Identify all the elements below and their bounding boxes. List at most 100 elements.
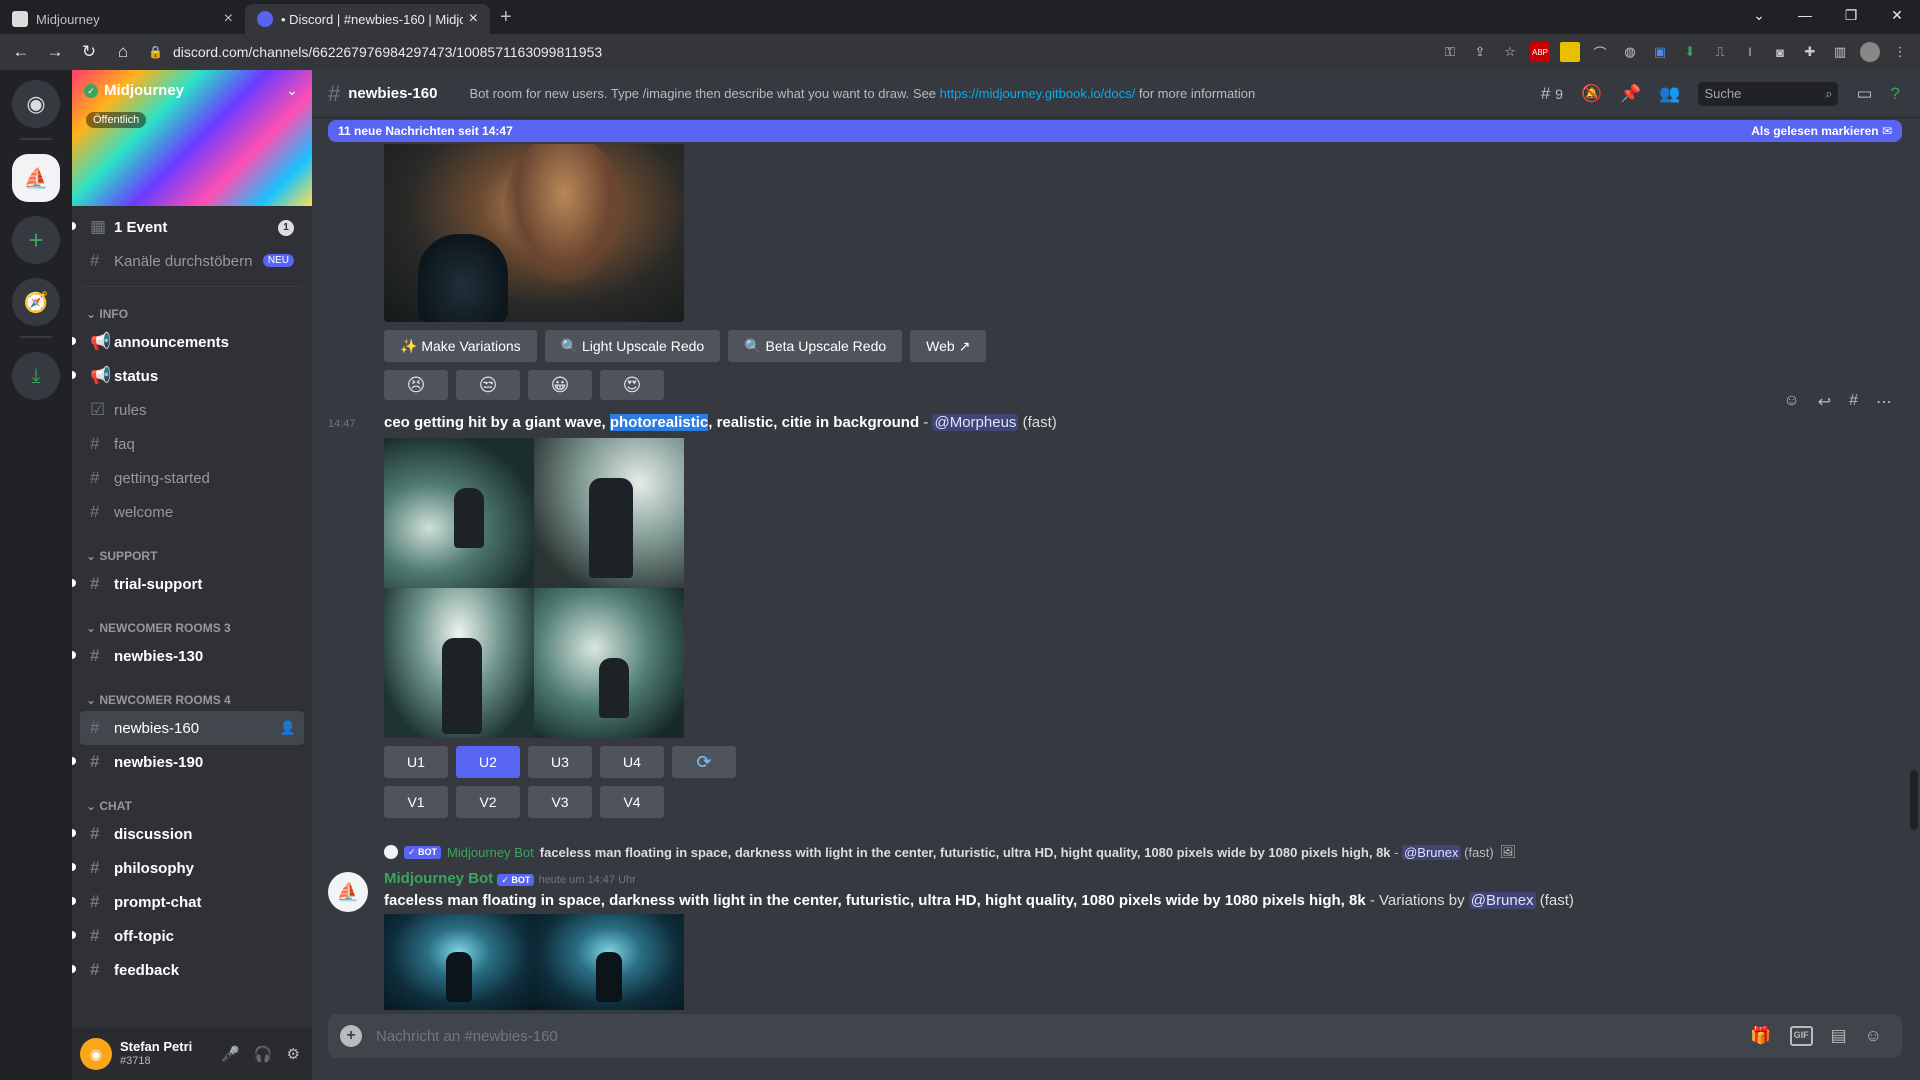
image-grid[interactable]	[384, 914, 684, 1010]
new-messages-bar[interactable]: 11 neue Nachrichten seit 14:47 Als geles…	[328, 120, 1902, 142]
new-tab-button[interactable]: +	[500, 6, 512, 29]
image-grid[interactable]	[384, 438, 684, 738]
close-window-button[interactable]: ✕	[1874, 7, 1920, 24]
channel-faq[interactable]: # faq	[72, 427, 312, 461]
mark-as-read-button[interactable]: Als gelesen markieren ✉	[1751, 124, 1892, 138]
message-input[interactable]: Nachricht an #newbies-160	[376, 1028, 1750, 1045]
extension-icon[interactable]: ⌒	[1590, 42, 1610, 62]
globe-icon[interactable]: ◍	[1620, 42, 1640, 62]
category-newcomer-rooms-3[interactable]: ⌄ NEWCOMER ROOMS 3	[72, 611, 312, 639]
user-info[interactable]: Stefan Petri #3718	[120, 1039, 192, 1069]
adblock-icon[interactable]: ABP	[1530, 42, 1550, 62]
sidepanel-icon[interactable]: ▥	[1830, 42, 1850, 62]
message-author[interactable]: Midjourney Bot	[384, 870, 493, 887]
help-icon[interactable]: ?	[1891, 84, 1900, 104]
scrollbar[interactable]	[1910, 770, 1918, 830]
reaction-button[interactable]: 😍	[600, 370, 664, 400]
forward-icon[interactable]: →	[38, 42, 72, 62]
minimize-button[interactable]: —	[1782, 7, 1828, 23]
variation-3-button[interactable]: V3	[528, 786, 592, 818]
channel-newbies-190[interactable]: # newbies-190	[72, 745, 312, 779]
user-mention[interactable]: @Brunex	[1468, 892, 1536, 909]
extension-icon[interactable]: ⏽	[1740, 42, 1760, 62]
beta-upscale-redo-button[interactable]: 🔍 Beta Upscale Redo	[728, 330, 903, 362]
channel-discussion[interactable]: # discussion	[72, 817, 312, 851]
avatar[interactable]: ◉	[80, 1038, 112, 1070]
server-name[interactable]: ✓ Midjourney	[84, 82, 184, 99]
reroll-button[interactable]: ⟳	[672, 746, 736, 778]
back-icon[interactable]: ←	[4, 42, 38, 62]
download-icon[interactable]: ⬇	[1680, 42, 1700, 62]
channel-welcome[interactable]: # welcome	[72, 495, 312, 529]
grid-image[interactable]	[534, 588, 684, 738]
download-apps-icon[interactable]: ⤓	[12, 352, 60, 400]
light-upscale-redo-button[interactable]: 🔍 Light Upscale Redo	[544, 330, 721, 362]
grid-image[interactable]	[534, 438, 684, 588]
user-mention[interactable]: @Brunex	[1402, 844, 1461, 860]
category-newcomer-rooms-4[interactable]: ⌄ NEWCOMER ROOMS 4	[72, 683, 312, 711]
tab-search-button[interactable]: ⌄	[1736, 7, 1782, 24]
channel-newbies-160[interactable]: # newbies-160 👤	[80, 711, 304, 745]
channel-feedback[interactable]: # feedback	[72, 953, 312, 987]
home-icon[interactable]: ⌂	[106, 42, 140, 62]
close-icon[interactable]: ×	[469, 10, 478, 28]
camera-icon[interactable]: ◙	[1770, 42, 1790, 62]
explore-icon[interactable]: 🧭	[12, 278, 60, 326]
sticker-icon[interactable]: ▤	[1831, 1026, 1847, 1046]
emoji-icon[interactable]: ☺	[1865, 1026, 1882, 1046]
url-field[interactable]: 🔒 discord.com/channels/66226797698429747…	[148, 38, 1388, 66]
upscale-2-button[interactable]: U2	[456, 746, 520, 778]
gift-icon[interactable]: 🎁	[1750, 1026, 1771, 1046]
key-icon[interactable]: ⚿	[1440, 42, 1460, 62]
browser-tab-midjourney[interactable]: Midjourney ×	[0, 4, 245, 34]
grid-image[interactable]	[384, 914, 534, 1010]
reaction-button[interactable]: 😒	[456, 370, 520, 400]
category-info[interactable]: ⌄ INFO	[72, 297, 312, 325]
variation-2-button[interactable]: V2	[456, 786, 520, 818]
grid-image[interactable]	[534, 914, 684, 1010]
reaction-button[interactable]: 😣	[384, 370, 448, 400]
grid-image[interactable]	[384, 588, 534, 738]
extension-icon[interactable]: ▣	[1650, 42, 1670, 62]
search-input[interactable]: Suche ⌕	[1698, 82, 1839, 106]
create-thread-icon[interactable]: #	[1849, 392, 1858, 412]
threads-icon[interactable]: # 9	[1541, 84, 1563, 104]
puzzle-icon[interactable]: ✚	[1800, 42, 1820, 62]
profile-avatar[interactable]	[1860, 42, 1880, 62]
grid-image[interactable]	[384, 438, 534, 588]
upscale-3-button[interactable]: U3	[528, 746, 592, 778]
extension-icon[interactable]: ⎍	[1710, 42, 1730, 62]
discord-home-icon[interactable]: ◉	[12, 80, 60, 128]
lock-icon[interactable]: 🔒	[148, 45, 163, 59]
gear-icon[interactable]: ⚙	[287, 1045, 300, 1063]
channel-getting-started[interactable]: # getting-started	[72, 461, 312, 495]
maximize-button[interactable]: ❐	[1828, 7, 1874, 24]
channel-off-topic[interactable]: # off-topic	[72, 919, 312, 953]
close-icon[interactable]: ×	[224, 10, 233, 28]
add-reaction-icon[interactable]: ☺	[1783, 392, 1799, 412]
chevron-down-icon[interactable]: ⌄	[286, 82, 298, 99]
channel-philosophy[interactable]: # philosophy	[72, 851, 312, 885]
make-variations-button[interactable]: ✨ Make Variations	[384, 330, 537, 362]
browse-channels-item[interactable]: # Kanäle durchstöbern NEU	[72, 244, 312, 278]
midjourney-server-icon[interactable]: ⛵	[12, 154, 60, 202]
more-icon[interactable]: ⋯	[1876, 392, 1892, 412]
category-chat[interactable]: ⌄ CHAT	[72, 789, 312, 817]
web-link-button[interactable]: Web ↗	[910, 330, 987, 362]
star-icon[interactable]: ☆	[1500, 42, 1520, 62]
channel-announcements[interactable]: 📢 announcements	[72, 325, 312, 359]
share-icon[interactable]: ⇪	[1470, 42, 1490, 62]
reply-icon[interactable]: ↩	[1818, 392, 1831, 412]
upscale-4-button[interactable]: U4	[600, 746, 664, 778]
category-support[interactable]: ⌄ SUPPORT	[72, 539, 312, 567]
channel-trial-support[interactable]: # trial-support	[72, 567, 312, 601]
member-list-icon[interactable]: 👥	[1659, 84, 1680, 104]
midjourney-bot-avatar[interactable]: ⛵	[328, 872, 368, 912]
topic-link[interactable]: https://midjourney.gitbook.io/docs/	[940, 86, 1136, 101]
browser-tab-discord[interactable]: • Discord | #newbies-160 | Midjo ×	[245, 4, 490, 34]
reload-icon[interactable]: ↻	[72, 42, 106, 62]
reply-reference[interactable]: ✓ BOT Midjourney Bot faceless man floati…	[384, 844, 1516, 860]
server-banner[interactable]: ✓ Midjourney ⌄ Öffentlich	[72, 70, 312, 206]
upscale-1-button[interactable]: U1	[384, 746, 448, 778]
variation-4-button[interactable]: V4	[600, 786, 664, 818]
